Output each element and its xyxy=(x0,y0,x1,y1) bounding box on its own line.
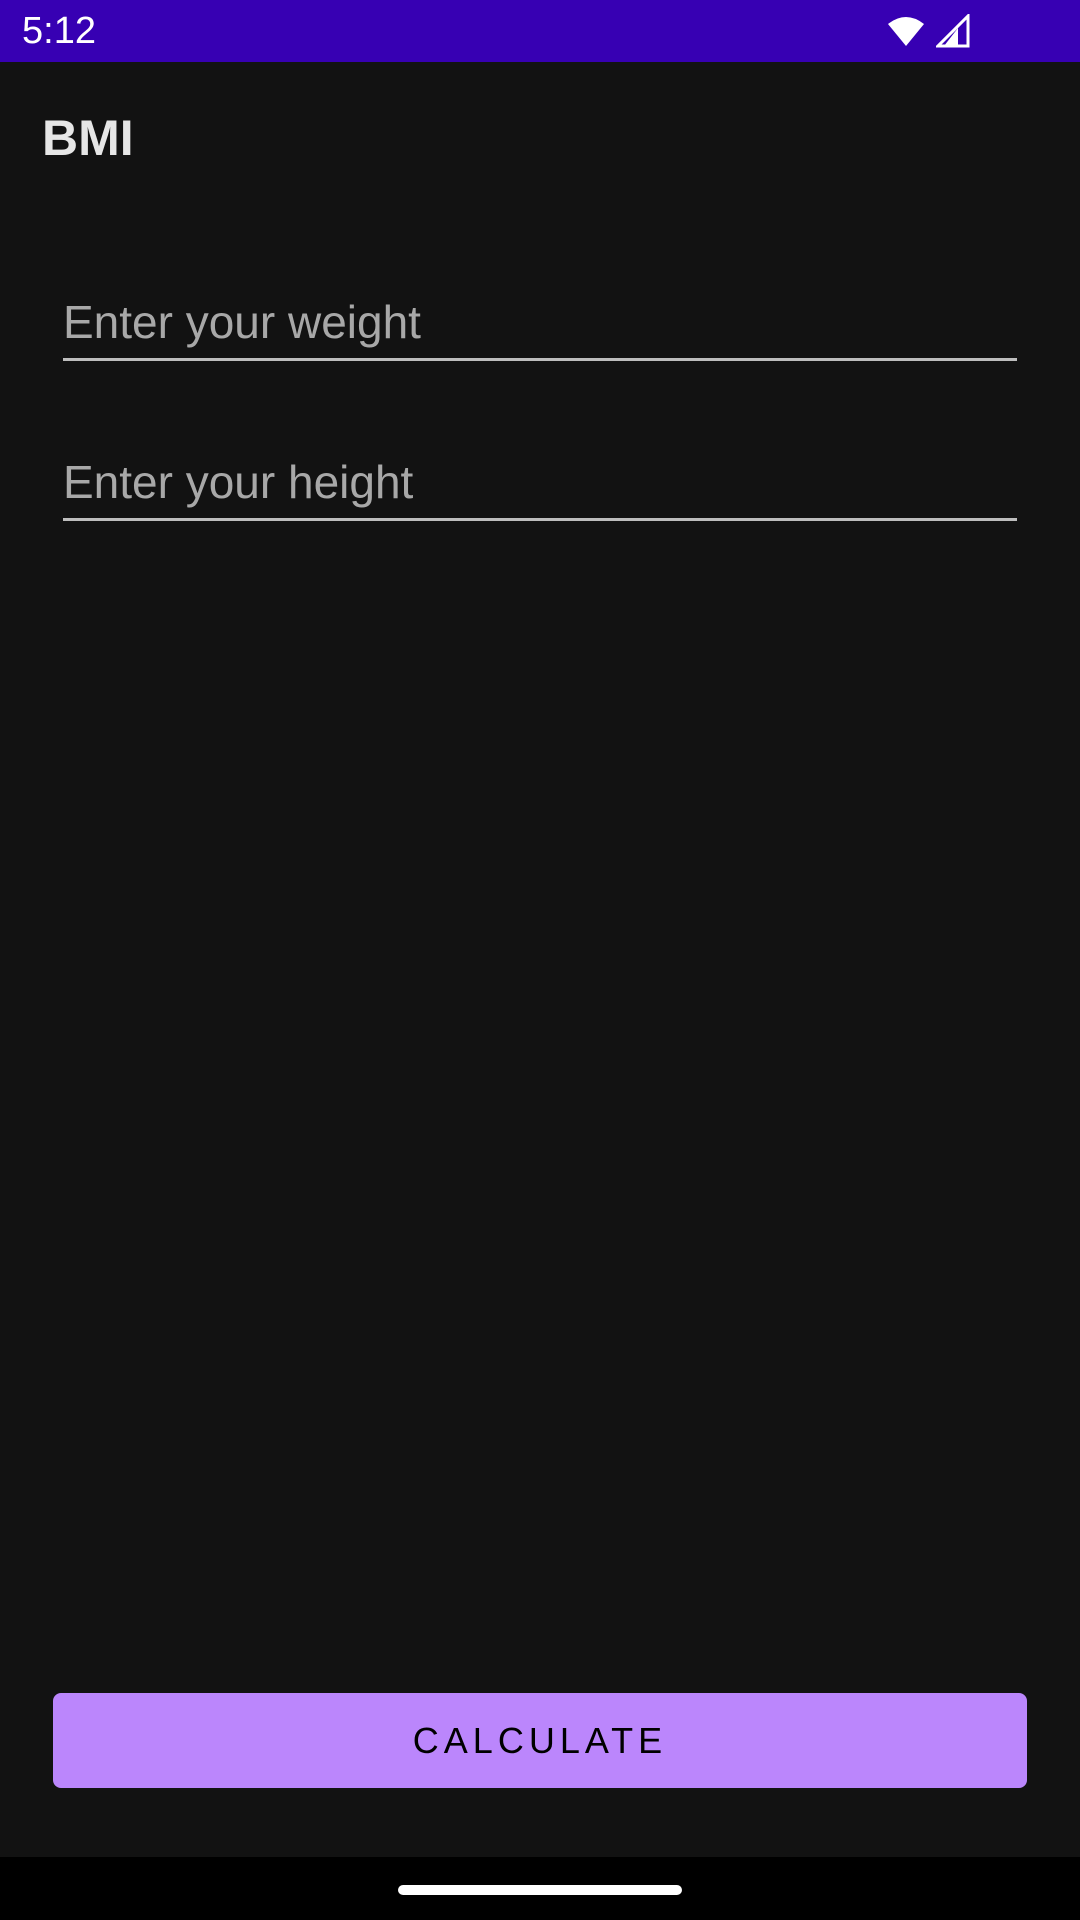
height-field[interactable] xyxy=(63,446,1017,521)
status-bar: 5:12 xyxy=(0,0,1080,62)
calculate-button[interactable]: CALCULATE xyxy=(53,1693,1027,1788)
status-icons xyxy=(886,12,970,53)
page-title: BMI xyxy=(42,110,134,166)
signal-icon xyxy=(934,12,970,53)
weight-input[interactable] xyxy=(63,286,1017,358)
status-time: 5:12 xyxy=(22,10,96,52)
weight-field[interactable] xyxy=(63,286,1017,361)
wifi-icon xyxy=(886,14,926,53)
navigation-bar xyxy=(0,1857,1080,1920)
home-gesture-handle[interactable] xyxy=(398,1885,682,1895)
height-input[interactable] xyxy=(63,446,1017,518)
